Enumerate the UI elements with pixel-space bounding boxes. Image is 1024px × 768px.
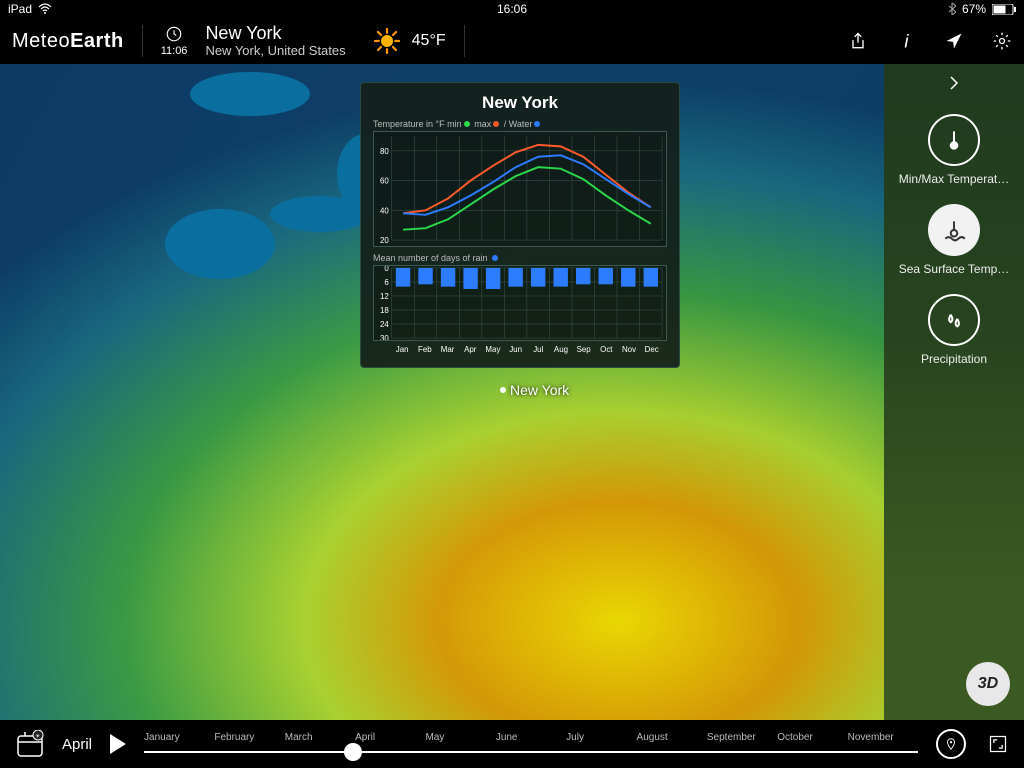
gmt-time: 11:06 [161,45,188,57]
current-weather: 45°F [372,26,446,56]
svg-text:Apr: Apr [464,345,477,354]
app-logo: MeteoEarth [12,30,124,53]
toggle-3d-button[interactable]: 3D [966,662,1010,706]
sun-icon [372,26,402,56]
layer-minmax-temp[interactable]: Min/Max Temperat… [894,114,1014,186]
fullscreen-icon[interactable] [988,734,1008,754]
region-name: New York, United States [205,44,345,59]
svg-text:24: 24 [380,320,389,329]
gmt-clock[interactable]: 11:06 [161,25,188,57]
city-name: New York [205,23,345,44]
gear-icon[interactable] [992,31,1012,51]
svg-text:May: May [485,345,500,354]
svg-text:18: 18 [380,306,389,315]
calendar-icon: ☀ [16,730,44,758]
temp-chart-legend: Temperature in °F min max / Water [373,119,667,129]
layer-precipitation[interactable]: Precipitation [894,294,1014,366]
layer-sea-surface-temp[interactable]: Sea Surface Temp… [894,204,1014,276]
pin-button[interactable] [936,729,966,759]
temperature: 45°F [412,32,446,50]
rain-chart-legend: Mean number of days of rain [373,253,667,263]
temperature-chart: 20 40 60 80 [373,131,667,247]
svg-text:Jan: Jan [396,345,409,354]
svg-text:☀: ☀ [35,733,40,740]
slider-thumb[interactable] [344,743,362,761]
svg-text:i: i [904,31,909,51]
location-selector[interactable]: New York New York, United States [205,23,345,59]
svg-text:Dec: Dec [645,345,659,354]
svg-text:20: 20 [380,236,389,245]
layer-panel: Min/Max Temperat… Sea Surface Temp… Prec… [884,64,1024,720]
svg-text:Feb: Feb [418,345,432,354]
raindrops-icon [941,307,967,333]
svg-text:40: 40 [380,206,389,215]
clock-icon [165,25,183,43]
svg-text:80: 80 [380,147,389,156]
sst-icon [941,217,967,243]
battery-icon [992,4,1016,15]
share-icon[interactable] [848,31,868,51]
collapse-panel-button[interactable] [884,74,1024,92]
calendar-toggle[interactable]: ☀ [16,730,44,758]
svg-text:0: 0 [384,266,389,273]
device-label: iPad [8,2,32,16]
bluetooth-icon [948,3,956,15]
month-slider[interactable]: JanuaryFebruaryMarchAprilMayJuneJulyAugu… [144,732,918,756]
map-city-marker[interactable]: New York [500,382,569,398]
svg-text:Jul: Jul [533,345,543,354]
ios-status-bar: iPad 16:06 67% [0,0,1024,18]
status-clock: 16:06 [497,2,527,16]
play-button[interactable] [110,734,126,754]
svg-text:Aug: Aug [554,345,568,354]
locate-icon[interactable] [944,31,964,51]
svg-text:Jun: Jun [509,345,522,354]
chevron-right-icon [945,74,963,92]
rain-chart: 0 6 12 18 24 30 [373,265,667,341]
svg-text:30: 30 [380,334,389,340]
svg-text:6: 6 [384,278,389,287]
map-canvas[interactable]: New York New York Temperature in °F min … [0,64,884,720]
marker-dot-icon [500,387,506,393]
info-icon[interactable]: i [896,31,916,51]
svg-text:60: 60 [380,177,389,186]
pin-icon [944,737,958,751]
svg-text:Mar: Mar [441,345,455,354]
svg-text:12: 12 [380,292,389,301]
wifi-icon [38,3,52,15]
timeline-footer: ☀ April JanuaryFebruaryMarchAprilMayJune… [0,720,1024,768]
climate-popup: New York Temperature in °F min max / Wat… [360,82,680,368]
current-month-label: April [62,736,92,753]
svg-text:Sep: Sep [577,345,592,354]
thermometer-icon [941,127,967,153]
battery-percent: 67% [962,2,986,16]
svg-text:Oct: Oct [600,345,613,354]
app-header: MeteoEarth 11:06 New York New York, Unit… [0,18,1024,64]
popup-title: New York [373,93,667,113]
svg-text:Nov: Nov [622,345,636,354]
